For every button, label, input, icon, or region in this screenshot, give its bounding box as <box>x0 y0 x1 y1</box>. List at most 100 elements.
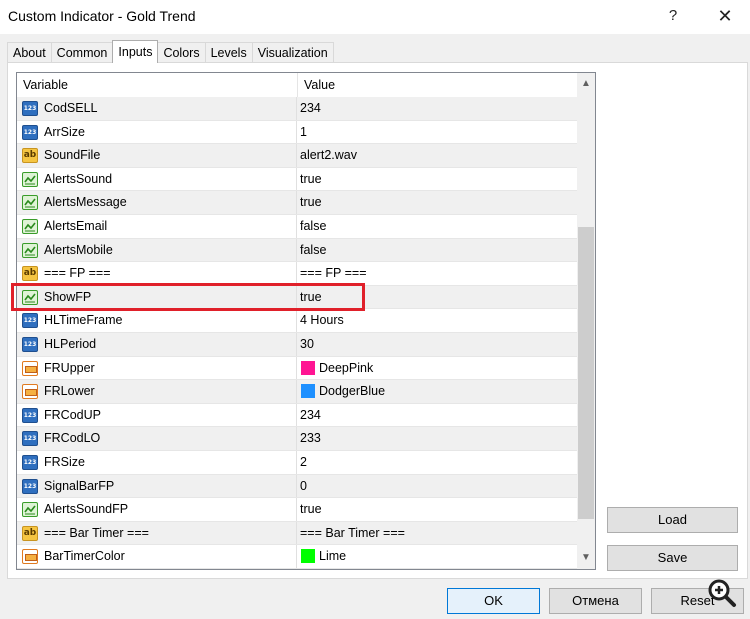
tab-about[interactable]: About <box>7 42 52 63</box>
zoom-icon[interactable] <box>706 577 738 609</box>
help-button[interactable]: ? <box>660 4 686 28</box>
color-type-icon <box>22 360 38 376</box>
value-text: 30 <box>300 336 314 351</box>
value-cell[interactable]: alert2.wav <box>298 144 577 167</box>
variable-cell: ab SoundFile <box>17 144 297 167</box>
variable-name: HLTimeFrame <box>44 313 123 328</box>
grid-row[interactable]: AlertsMessage true <box>17 191 577 215</box>
grid-row[interactable]: 123 FRCodLO 233 <box>17 427 577 451</box>
tab-levels[interactable]: Levels <box>204 42 253 63</box>
value-text: false <box>300 242 327 257</box>
variable-cell: AlertsEmail <box>17 214 297 238</box>
grid-row[interactable]: AlertsSoundFP true <box>17 498 577 522</box>
value-cell[interactable]: 234 <box>298 97 577 120</box>
scroll-up-icon[interactable]: ▲ <box>577 75 595 93</box>
cancel-button[interactable]: Отмена <box>549 588 642 614</box>
variable-cell: 123 CodSELL <box>17 97 297 120</box>
integer-type-icon: 123 <box>22 478 38 494</box>
value-cell[interactable]: 233 <box>298 427 577 450</box>
grid-row[interactable]: 123 FRSize 2 <box>17 450 577 475</box>
value-text: true <box>300 502 322 517</box>
value-cell[interactable]: true <box>298 168 577 191</box>
variable-name: === FP === <box>44 266 111 281</box>
integer-type-icon: 123 <box>22 431 38 447</box>
grid-row[interactable]: ab === Bar Timer === === Bar Timer === <box>17 521 577 546</box>
boolean-type-icon <box>22 242 38 258</box>
grid-row[interactable]: ab SoundFile alert2.wav <box>17 144 577 168</box>
variable-name: AlertsEmail <box>44 218 108 233</box>
grid-row[interactable]: AlertsEmail false <box>17 214 577 239</box>
tab-bar: About Common Inputs Colors Levels Visual… <box>7 40 334 63</box>
value-text: 0 <box>300 478 307 493</box>
value-cell[interactable]: false <box>298 215 577 238</box>
variable-name: AlertsSoundFP <box>44 502 129 517</box>
value-cell[interactable]: DodgerBlue <box>298 380 577 403</box>
variable-cell: AlertsSoundFP <box>17 498 297 521</box>
value-cell[interactable]: 30 <box>298 333 577 356</box>
value-column-header[interactable]: Value <box>298 73 574 97</box>
grid-row[interactable]: FRUpper DeepPink <box>17 356 577 381</box>
window-title: Custom Indicator - Gold Trend <box>8 8 196 24</box>
value-cell[interactable]: 0 <box>298 475 577 498</box>
tab-inputs[interactable]: Inputs <box>112 40 159 63</box>
color-type-icon <box>22 384 38 400</box>
tab-colors[interactable]: Colors <box>157 42 206 63</box>
value-text: 4 Hours <box>300 313 344 328</box>
value-cell[interactable]: 4 Hours <box>298 309 577 332</box>
value-text: === FP === <box>300 266 367 281</box>
close-button[interactable]: ✕ <box>708 4 742 28</box>
value-text: 234 <box>300 407 321 422</box>
variable-name: SoundFile <box>44 148 101 163</box>
variable-name: HLPeriod <box>44 336 97 351</box>
variable-column-header[interactable]: Variable <box>17 73 298 97</box>
value-cell[interactable]: DeepPink <box>298 357 577 380</box>
save-button[interactable]: Save <box>607 545 738 571</box>
integer-type-icon: 123 <box>22 124 38 140</box>
value-cell[interactable]: 234 <box>298 404 577 427</box>
tab-common[interactable]: Common <box>50 42 114 63</box>
grid-row[interactable]: FRLower DodgerBlue <box>17 380 577 404</box>
variable-name: FRCodUP <box>44 407 101 422</box>
variable-cell: ab === FP === <box>17 262 297 285</box>
variable-cell: AlertsSound <box>17 167 297 191</box>
variable-cell: AlertsMobile <box>17 238 297 262</box>
value-cell[interactable]: Lime <box>298 545 577 568</box>
variable-name: FRLower <box>44 384 95 399</box>
vertical-scrollbar[interactable]: ▲ ▼ <box>577 73 595 569</box>
value-cell[interactable]: 1 <box>298 121 577 144</box>
value-cell[interactable]: true <box>298 498 577 521</box>
variable-name: FRSize <box>44 454 85 469</box>
load-button[interactable]: Load <box>607 507 738 533</box>
scroll-down-icon[interactable]: ▼ <box>577 549 595 567</box>
grid-row[interactable]: AlertsMobile false <box>17 238 577 263</box>
integer-type-icon: 123 <box>22 101 38 116</box>
grid-row[interactable]: 123 SignalBarFP 0 <box>17 474 577 499</box>
value-cell[interactable]: === FP === <box>298 262 577 285</box>
grid-row[interactable]: 123 HLTimeFrame 4 Hours <box>17 309 577 333</box>
scroll-thumb[interactable] <box>578 227 594 519</box>
variable-cell: AlertsMessage <box>17 191 297 214</box>
variable-name: BarTimerColor <box>44 549 125 564</box>
value-text: DodgerBlue <box>319 384 386 399</box>
grid-row[interactable]: 123 HLPeriod 30 <box>17 332 577 357</box>
grid-row[interactable]: AlertsSound true <box>17 167 577 192</box>
variable-cell: 123 FRCodLO <box>17 427 297 450</box>
value-cell[interactable]: false <box>298 239 577 262</box>
value-text: 1 <box>300 124 307 139</box>
string-type-icon: ab <box>22 266 38 282</box>
grid-row[interactable]: BarTimerColor Lime <box>17 545 577 569</box>
variable-name: CodSELL <box>44 101 98 115</box>
grid-row[interactable]: 123 FRCodUP 234 <box>17 403 577 428</box>
value-text: true <box>300 171 322 186</box>
ok-button[interactable]: OK <box>447 588 540 614</box>
grid-row[interactable]: 123 CodSELL 234 <box>17 97 577 121</box>
variable-name: === Bar Timer === <box>44 525 149 540</box>
value-cell[interactable]: === Bar Timer === <box>298 522 577 545</box>
value-cell[interactable]: 2 <box>298 451 577 474</box>
variable-name: FRCodLO <box>44 431 101 446</box>
integer-type-icon: 123 <box>22 407 38 423</box>
grid-row[interactable]: 123 ArrSize 1 <box>17 120 577 145</box>
value-cell[interactable]: true <box>298 191 577 214</box>
variable-name: FRUpper <box>44 360 95 375</box>
tab-visualization[interactable]: Visualization <box>251 42 334 63</box>
